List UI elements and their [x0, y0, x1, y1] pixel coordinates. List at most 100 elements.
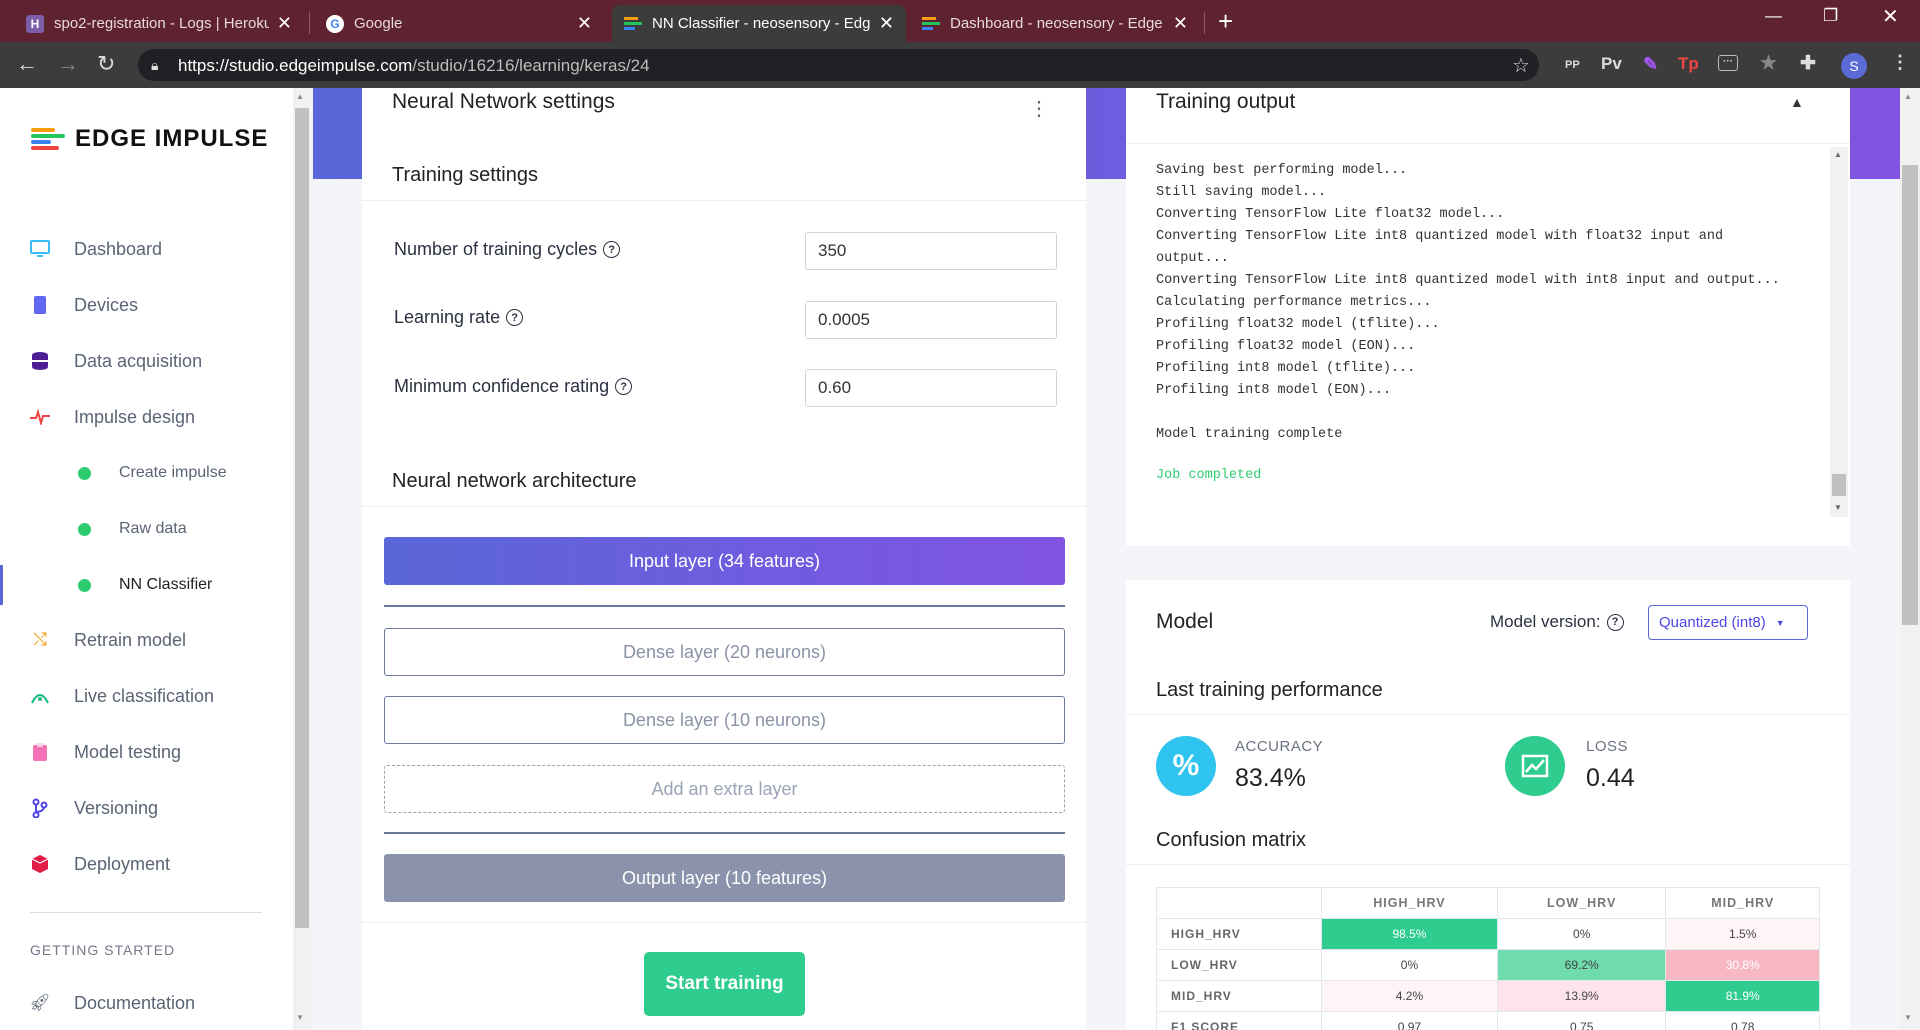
sidebar-item-dashboard[interactable]: Dashboard	[0, 229, 290, 269]
cm-row-header: HIGH_HRV	[1156, 918, 1322, 950]
menu-kebab-icon[interactable]: ⋮	[1891, 52, 1909, 73]
sidebar-item-versioning[interactable]: Versioning	[0, 788, 290, 828]
chip-icon	[28, 293, 52, 317]
output-layer[interactable]: Output layer (10 features)	[384, 854, 1065, 902]
dense-layer-1[interactable]: Dense layer (20 neurons)	[384, 628, 1065, 676]
cm-cell: 81.9%	[1665, 980, 1820, 1012]
close-icon[interactable]: ✕	[1173, 13, 1188, 34]
close-icon[interactable]: ✕	[577, 13, 592, 34]
sidebar-item-label: Deployment	[74, 853, 171, 874]
sidebar-item-model-testing[interactable]: Model testing	[0, 732, 290, 772]
pv-extension-icon[interactable]: Pv	[1601, 54, 1622, 74]
log-scrollbar-thumb[interactable]	[1832, 474, 1846, 496]
maximize-button[interactable]: ❐	[1823, 6, 1838, 26]
sidebar-subitem-raw-data[interactable]: Raw data	[0, 509, 290, 549]
collapse-icon[interactable]: ▲	[1790, 94, 1804, 110]
sidebar-item-label: Model testing	[74, 741, 182, 762]
sidebar-item-impulse-design[interactable]: Impulse design	[0, 397, 290, 437]
reload-button[interactable]: ↻	[97, 51, 115, 77]
branch-icon	[28, 796, 52, 820]
sidebar-item-retrain-model[interactable]: ⤭ Retrain model	[0, 620, 290, 660]
close-icon[interactable]: ✕	[277, 13, 292, 34]
cm-header-row: HIGH_HRV LOW_HRV MID_HRV	[1156, 887, 1820, 919]
profile-avatar[interactable]: S	[1841, 53, 1867, 79]
sidebar-item-label: Impulse design	[74, 406, 196, 427]
minimize-button[interactable]: —	[1765, 6, 1782, 26]
tab-separator	[1204, 12, 1205, 34]
sidebar-item-documentation[interactable]: 🚀︎ Documentation	[0, 983, 290, 1023]
model-title: Model	[1156, 610, 1214, 633]
pp-extension-icon[interactable]: PP	[1565, 59, 1580, 71]
min-confidence-input[interactable]	[805, 369, 1057, 407]
chevron-down-icon: ▼	[1775, 617, 1785, 628]
nn-settings-title: Neural Network settings	[392, 90, 615, 113]
tab-google[interactable]: G Google ✕	[314, 5, 604, 42]
loss-value: 0.44	[1586, 764, 1635, 792]
logo: EDGE IMPULSE	[31, 125, 268, 153]
help-icon[interactable]: ?	[1606, 613, 1624, 631]
scroll-up-arrow-icon[interactable]: ▲	[1904, 92, 1912, 101]
confusion-matrix: HIGH_HRV LOW_HRV MID_HRV HIGH_HRV 98.5% …	[1156, 887, 1820, 1030]
sidebar-item-deployment[interactable]: Deployment	[0, 844, 290, 884]
sidebar-item-data-acquisition[interactable]: Data acquisition	[0, 341, 290, 381]
training-cycles-input[interactable]	[805, 232, 1057, 270]
tab-separator	[309, 12, 310, 34]
scroll-up-arrow-icon[interactable]: ▲	[1834, 150, 1842, 159]
monitor-icon	[28, 237, 52, 261]
log-scrollbar[interactable]	[1830, 147, 1848, 517]
status-dot-icon	[78, 578, 91, 592]
more-extension-icon[interactable]: ···	[1718, 55, 1738, 71]
signal-icon	[28, 684, 52, 708]
cm-cell: 0%	[1496, 918, 1667, 950]
forward-button[interactable]: →	[57, 51, 79, 77]
accuracy-label: ACCURACY	[1235, 738, 1324, 755]
window-close-button[interactable]: ✕	[1882, 4, 1899, 29]
status-dot-icon	[78, 466, 91, 480]
help-icon[interactable]: ?	[506, 309, 524, 326]
tab-dashboard[interactable]: Dashboard - neosensory - Edge I ✕	[910, 5, 1200, 42]
start-training-button[interactable]: Start training	[644, 952, 805, 1016]
tab-heroku[interactable]: H spo2-registration - Logs | Heroku ✕	[14, 5, 304, 42]
cm-row: HIGH_HRV 98.5% 0% 1.5%	[1156, 918, 1820, 950]
tp-extension-icon[interactable]: Tp	[1678, 54, 1699, 74]
cm-column-header: HIGH_HRV	[1321, 887, 1498, 919]
pulse-icon	[28, 405, 52, 429]
scroll-down-arrow-icon[interactable]: ▼	[1834, 503, 1842, 512]
sidebar-subitem-create-impulse[interactable]: Create impulse	[0, 453, 290, 493]
logo-text: EDGE IMPULSE	[75, 125, 269, 152]
close-icon[interactable]: ✕	[879, 13, 894, 34]
scroll-down-arrow-icon[interactable]: ▼	[1904, 1013, 1912, 1022]
learning-rate-input[interactable]	[805, 301, 1057, 339]
sidebar-subitem-nn-classifier[interactable]: NN Classifier	[0, 565, 290, 605]
dense-layer-2[interactable]: Dense layer (10 neurons)	[384, 696, 1065, 744]
pen-extension-icon[interactable]: ✎	[1643, 54, 1658, 75]
new-tab-button[interactable]: +	[1218, 6, 1233, 37]
cm-cell: 4.2%	[1321, 980, 1498, 1012]
url-text[interactable]: https://studio.edgeimpulse.com/studio/16…	[178, 56, 650, 76]
cm-row-header: MID_HRV	[1156, 980, 1322, 1012]
min-confidence-label: Minimum confidence rating?	[394, 376, 633, 397]
help-icon[interactable]: ?	[603, 241, 621, 258]
sidebar-item-devices[interactable]: Devices	[0, 285, 290, 325]
shuffle-icon: ⤭	[33, 630, 47, 649]
edge-impulse-logo-icon	[31, 127, 65, 151]
sidebar-scrollbar-thumb[interactable]	[295, 108, 309, 928]
back-button[interactable]: ←	[16, 51, 38, 77]
model-version-select[interactable]: Quantized (int8) ▼	[1648, 605, 1808, 640]
add-layer-button[interactable]: Add an extra layer	[384, 765, 1065, 813]
input-layer[interactable]: Input layer (34 features)	[384, 537, 1065, 585]
scroll-down-arrow-icon[interactable]: ▼	[296, 1013, 304, 1022]
bookmark-star-icon[interactable]: ☆	[1512, 53, 1530, 78]
more-options-icon[interactable]: ⋮	[1029, 96, 1049, 121]
divider	[362, 200, 1086, 201]
puzzle-icon[interactable]: ✚	[1800, 52, 1816, 75]
loss-label: LOSS	[1586, 738, 1629, 755]
scroll-up-arrow-icon[interactable]: ▲	[296, 92, 304, 101]
star-extension-icon[interactable]: ★	[1760, 52, 1777, 75]
training-output-title: Training output	[1156, 90, 1296, 113]
page-scrollbar-thumb[interactable]	[1902, 165, 1918, 625]
architecture-heading: Neural network architecture	[392, 470, 637, 492]
help-icon[interactable]: ?	[615, 378, 633, 395]
sidebar-item-live-classification[interactable]: Live classification	[0, 676, 290, 716]
tab-nn-classifier[interactable]: NN Classifier - neosensory - Edge ✕	[612, 5, 906, 42]
